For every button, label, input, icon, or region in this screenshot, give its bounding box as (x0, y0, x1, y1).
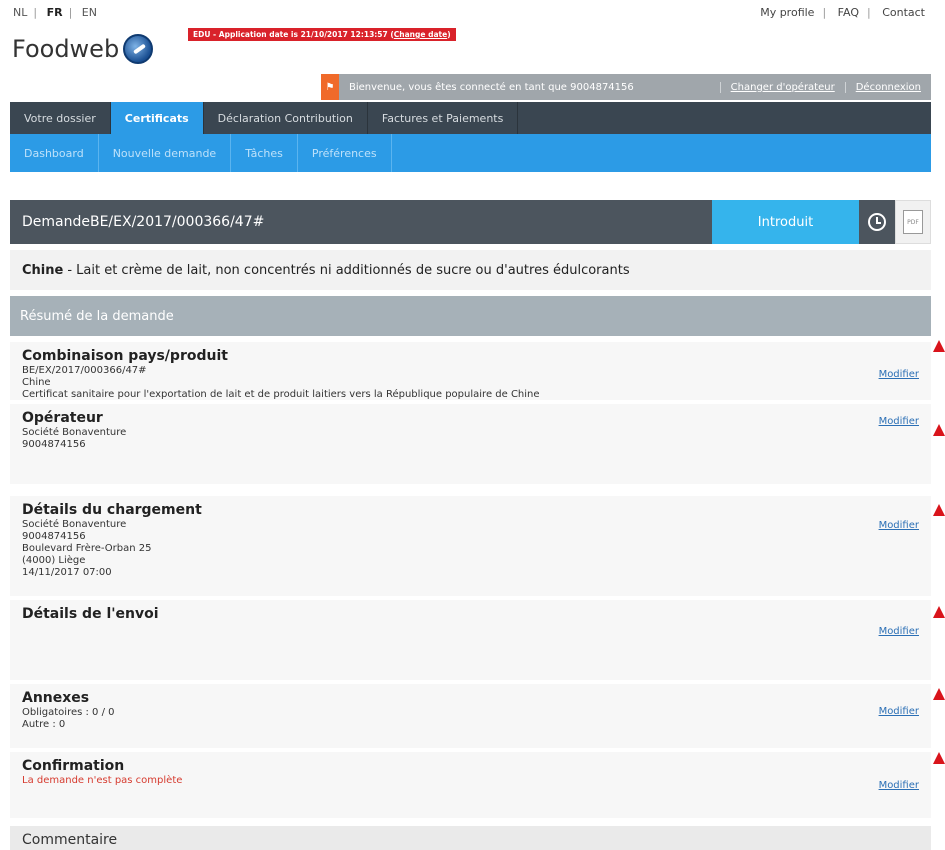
contact-link[interactable]: Contact (882, 6, 925, 19)
section-line: Certificat sanitaire pour l'exportation … (22, 389, 540, 400)
section-line: 14/11/2017 07:00 (22, 567, 112, 578)
section-line: Autre : 0 (22, 719, 66, 730)
welcome-bar: ⚑ Bienvenue, vous êtes connecté en tant … (321, 74, 931, 100)
subnav-dashboard[interactable]: Dashboard (10, 134, 99, 172)
status-badge: Introduit (712, 200, 859, 244)
product-description: - Lait et crème de lait, non concentrés … (67, 262, 630, 278)
incomplete-warning: La demande n'est pas complète (22, 775, 183, 786)
edu-date-badge: EDU - Application date is 21/10/2017 12:… (188, 28, 456, 41)
modify-operator-link[interactable]: Modifier (879, 416, 919, 427)
lang-nl[interactable]: NL (13, 6, 27, 19)
warning-flag-icon (933, 424, 945, 436)
section-shipment: Détails de l'envoi Modifier (10, 600, 931, 680)
section-line: 9004874156 (22, 531, 86, 542)
nav-factures-paiements[interactable]: Factures et Paiements (368, 102, 519, 134)
section-title: Détails du chargement (22, 502, 202, 518)
section-line: (4000) Liège (22, 555, 86, 566)
language-selector: NL | FR | EN (10, 6, 100, 19)
section-line: Société Bonaventure (22, 519, 127, 530)
section-annexes: Annexes Obligatoires : 0 / 0 Autre : 0 M… (10, 684, 931, 748)
section-line: 9004874156 (22, 439, 86, 450)
comment-section: Commentaire (10, 826, 931, 850)
subnav-nouvelle-demande[interactable]: Nouvelle demande (99, 134, 232, 172)
edu-suffix: ) (447, 30, 451, 39)
globe-icon (123, 34, 154, 64)
section-line: Obligatoires : 0 / 0 (22, 707, 115, 718)
welcome-text: Bienvenue, vous êtes connecté en tant qu… (349, 81, 634, 93)
pdf-button[interactable]: PDF (895, 200, 931, 244)
logo-text: Foodweb (12, 35, 120, 63)
lang-en[interactable]: EN (82, 6, 97, 19)
warning-flag-icon (933, 340, 945, 352)
section-combination: Combinaison pays/produit BE/EX/2017/0003… (10, 342, 931, 400)
megaphone-icon: ⚑ (321, 74, 339, 100)
modify-loading-link[interactable]: Modifier (879, 520, 919, 531)
section-loading: Détails du chargement Société Bonaventur… (10, 496, 931, 596)
section-operator: Opérateur Société Bonaventure 9004874156… (10, 404, 931, 484)
warning-flag-icon (933, 752, 945, 764)
warning-flag-icon (933, 606, 945, 618)
section-line: Société Bonaventure (22, 427, 127, 438)
section-title: Confirmation (22, 758, 125, 774)
section-title: Combinaison pays/produit (22, 348, 228, 364)
pdf-icon: PDF (903, 210, 923, 234)
top-links: My profile | FAQ | Contact (760, 6, 925, 19)
request-header: DemandeBE/EX/2017/000366/47# Introduit P… (10, 200, 931, 244)
faq-link[interactable]: FAQ (838, 6, 859, 19)
section-line: Chine (22, 377, 51, 388)
main-nav: Votre dossier Certificats Déclaration Co… (10, 102, 931, 134)
section-title: Annexes (22, 690, 90, 706)
history-button[interactable] (859, 200, 895, 244)
summary-header: Résumé de la demande (10, 296, 931, 336)
product-line: Chine - Lait et crème de lait, non conce… (10, 250, 931, 290)
section-line: BE/EX/2017/000366/47# (22, 365, 147, 376)
lang-fr[interactable]: FR (47, 6, 63, 19)
change-date-link[interactable]: Change date (394, 30, 447, 39)
section-confirmation: Confirmation La demande n'est pas complè… (10, 752, 931, 818)
separator: | (822, 6, 827, 19)
nav-certificats[interactable]: Certificats (110, 102, 204, 134)
subnav-taches[interactable]: Tâches (231, 134, 298, 172)
request-title: DemandeBE/EX/2017/000366/47# (22, 214, 265, 230)
section-line: Boulevard Frère-Orban 25 (22, 543, 152, 554)
product-country: Chine (22, 262, 64, 278)
modify-confirmation-link[interactable]: Modifier (879, 780, 919, 791)
my-profile-link[interactable]: My profile (760, 6, 814, 19)
foodweb-logo[interactable]: Foodweb (12, 34, 154, 64)
edu-text: EDU - Application date is 21/10/2017 12:… (193, 30, 394, 39)
modify-combination-link[interactable]: Modifier (879, 369, 919, 380)
section-title: Détails de l'envoi (22, 606, 159, 622)
subnav-preferences[interactable]: Préférences (298, 134, 392, 172)
warning-flag-icon (933, 688, 945, 700)
separator: | (33, 6, 38, 19)
section-title: Opérateur (22, 410, 103, 426)
modify-shipment-link[interactable]: Modifier (879, 626, 919, 637)
logout-link[interactable]: Déconnexion (844, 81, 931, 93)
warning-flag-icon (933, 504, 945, 516)
nav-declaration-contribution[interactable]: Déclaration Contribution (204, 102, 368, 134)
change-operator-link[interactable]: Changer d'opérateur (719, 81, 845, 93)
separator: | (866, 6, 871, 19)
modify-annexes-link[interactable]: Modifier (879, 706, 919, 717)
clock-icon (868, 213, 886, 231)
separator: | (68, 6, 73, 19)
sub-nav: Dashboard Nouvelle demande Tâches Préfér… (10, 134, 931, 172)
nav-votre-dossier[interactable]: Votre dossier (10, 102, 111, 134)
